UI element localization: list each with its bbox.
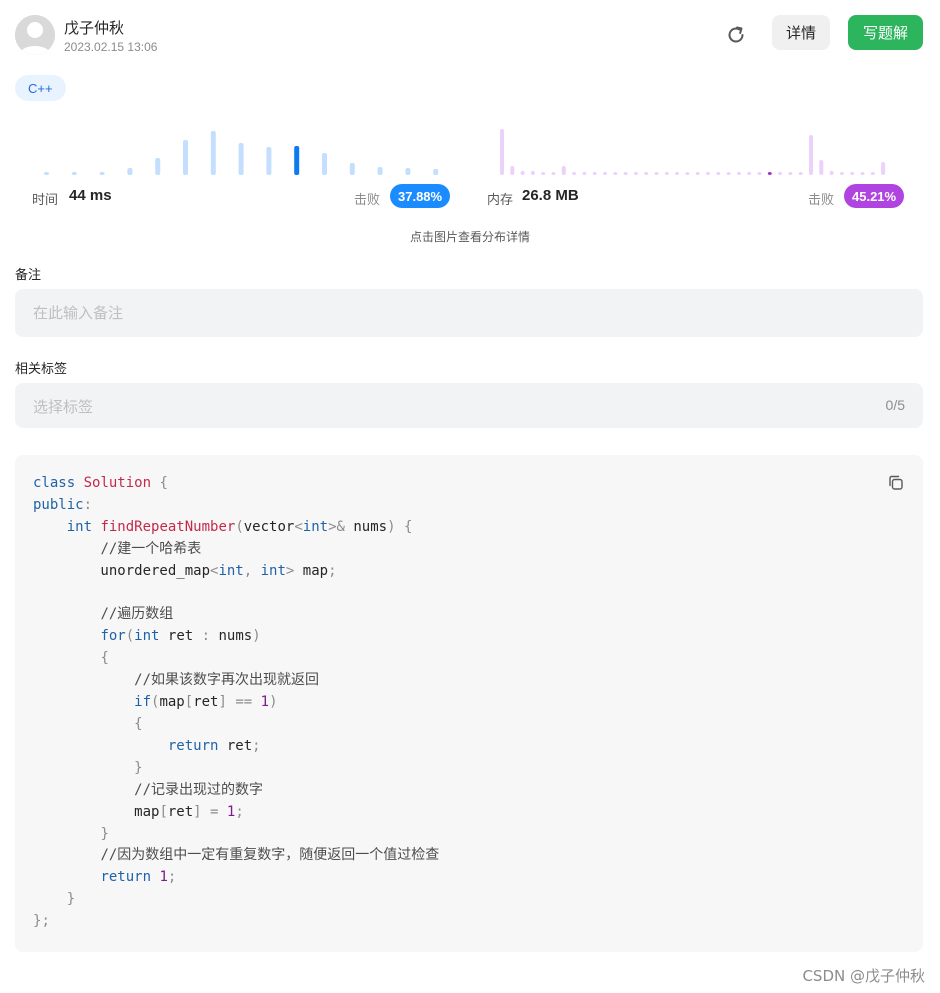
runtime-distribution-bar [294,146,300,175]
memory-distribution-bar [747,172,752,175]
memory-distribution-bar [695,172,700,175]
runtime-distribution-bar [433,169,439,175]
memory-distribution-bar [623,172,628,175]
memory-distribution-bar [551,172,556,175]
memory-distribution-bar [644,172,649,175]
runtime-distribution-bar [99,172,105,175]
memory-distribution-bar [613,172,618,175]
runtime-distribution-bar [405,168,411,175]
memory-distribution-bar [829,171,834,175]
tags-label: 相关标签 [15,362,68,377]
code-text: class Solution { public: int findRepeatN… [33,475,440,930]
memory-distribution-bar [572,172,577,175]
runtime-distribution-bar [322,153,327,175]
memory-distribution-bar [809,135,813,175]
memory-distribution-bar [603,172,607,175]
memory-distribution-bar [541,172,546,175]
memory-distribution-bar [716,172,721,175]
memory-distribution-bar [685,172,690,175]
memory-beat-badge: 45.21% [844,184,905,208]
runtime-distribution-bar [210,131,216,175]
memory-distribution-bar [726,172,731,175]
memory-distribution-bar [860,172,865,175]
memory-distribution-bar [530,171,535,175]
memory-distribution-bar [706,172,710,175]
memory-distribution-bar [664,172,669,175]
copy-icon[interactable] [887,474,905,492]
memory-distribution-bar [633,172,638,175]
runtime-distribution-bar [127,168,133,175]
write-solution-button[interactable]: 写题解 [848,15,923,50]
memory-distribution-bar [736,172,741,175]
note-label: 备注 [15,268,42,283]
runtime-distribution-bar [266,147,272,175]
runtime-beat-badge: 37.88% [390,184,451,208]
memory-distribution-bar [839,172,844,175]
username[interactable]: 戊子仲秋 [64,17,124,38]
avatar-icon [15,15,55,55]
runtime-distribution-chart[interactable] [32,120,452,180]
runtime-distribution-bar [377,167,383,175]
memory-distribution-bar [870,172,875,175]
memory-distribution-bar [819,160,824,175]
runtime-distribution-bar [238,143,244,175]
tag-selector[interactable]: 选择标签 0/5 [15,383,923,428]
memory-distribution-bar [561,166,566,175]
runtime-distribution-bar [44,172,49,175]
memory-beat-label: 击败 [808,193,835,208]
runtime-label: 时间 [32,193,59,208]
memory-distribution-bar [778,172,783,175]
tag-count: 0/5 [885,397,905,413]
runtime-value: 44 ms [69,187,112,204]
memory-distribution-bar [798,172,803,175]
distribution-hint: 点击图片查看分布详情 [409,230,530,244]
memory-distribution-bar [757,172,762,175]
memory-label: 内存 [487,193,514,208]
memory-value: 26.8 MB [522,187,579,204]
note-input[interactable] [33,289,893,337]
memory-distribution-bar [675,172,680,175]
memory-distribution-bar [881,162,886,175]
submission-datetime: 2023.02.15 13:06 [64,40,158,54]
runtime-distribution-bar [155,158,161,175]
memory-distribution-bar [520,171,525,175]
memory-distribution-bar [592,172,597,175]
note-field[interactable] [15,289,923,337]
memory-distribution-bar [500,129,504,175]
runtime-distribution-bar [349,163,355,175]
memory-distribution-bar [850,172,855,175]
language-tag: C++ [15,75,66,101]
memory-distribution-bar [788,172,793,175]
detail-button[interactable]: 详情 [772,15,830,50]
footer-watermark: CSDN @戊子仲秋 [802,967,925,985]
memory-distribution-bar [767,172,772,175]
memory-distribution-bar [582,172,587,175]
code-block: class Solution { public: int findRepeatN… [15,455,923,952]
reload-icon[interactable] [725,24,747,46]
runtime-beat-label: 击败 [354,193,381,208]
memory-distribution-bar [510,166,515,175]
runtime-distribution-bar [71,172,77,175]
avatar[interactable] [15,15,55,55]
memory-distribution-bar [654,172,659,175]
tag-selector-placeholder: 选择标签 [33,398,94,416]
memory-distribution-chart[interactable] [492,120,912,180]
runtime-distribution-bar [183,140,188,175]
